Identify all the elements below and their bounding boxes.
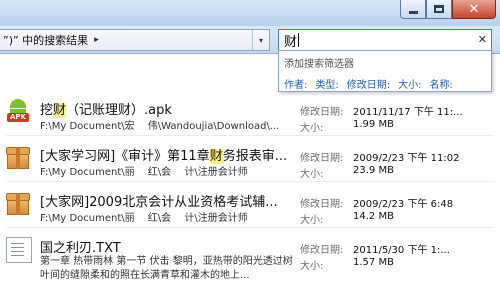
file-name: 挖财（记账理财）.apk xyxy=(40,103,172,118)
file-path: F:\My Document\丽 红\会 计\注册会计师 xyxy=(40,213,248,224)
filter-size[interactable]: 大小: xyxy=(398,76,421,91)
filter-dropdown-title: 添加搜索筛选器 xyxy=(284,59,354,70)
size-value: 23.9 MB xyxy=(353,165,394,176)
modified-label: 修改日期: xyxy=(300,199,344,210)
close-button[interactable]: ✕ xyxy=(452,0,496,19)
file-name: [大家网]2009北京会计从业资格考试辅... xyxy=(40,195,278,210)
size-value: 14.2 MB xyxy=(353,211,394,222)
text-file-icon xyxy=(6,237,32,263)
breadcrumb-arrow-icon[interactable]: ▸ xyxy=(94,35,99,45)
clear-search-icon[interactable]: ✕ xyxy=(478,33,487,46)
size-value: 1.57 MB xyxy=(353,257,394,268)
row-divider xyxy=(6,227,494,228)
modified-value: 2009/2/23 下午 11:02 xyxy=(353,153,460,164)
row-divider xyxy=(6,181,494,182)
filter-type[interactable]: 类型: xyxy=(315,76,338,91)
file-name: [大家学习网]《审计》第11章财务报表审... xyxy=(40,149,288,164)
address-bar[interactable]: ”)” 中的搜索结果 ▸ ▾ xyxy=(0,29,270,51)
file-path: F:\My Document\宏 伟\Wandoujia\Download\..… xyxy=(40,121,280,132)
list-item[interactable]: 国之利刃.TXT 第一章 热带雨林 第一节 伏击 黎明，亚热带的阳光透过树叶间的… xyxy=(0,229,500,281)
window-controls: ✕ xyxy=(400,0,496,20)
modified-label: 修改日期: xyxy=(300,153,344,164)
size-label: 大小: xyxy=(300,169,324,180)
title-bar: ✕ xyxy=(0,0,500,26)
modified-label: 修改日期: xyxy=(300,245,344,256)
filter-list: 作者: 类型: 修改日期: 大小: 名称: xyxy=(284,76,486,91)
android-apk-icon: APK xyxy=(6,99,32,125)
row-divider xyxy=(6,135,494,136)
modified-value: 2009/2/23 下午 6:48 xyxy=(353,199,454,210)
archive-icon xyxy=(6,191,32,217)
size-label: 大小: xyxy=(300,261,324,272)
maximize-icon xyxy=(434,5,444,13)
file-name: 国之利刃.TXT xyxy=(40,241,121,256)
filter-name[interactable]: 名称: xyxy=(430,76,453,91)
modified-value: 2011/11/17 下午 11:... xyxy=(353,107,463,118)
filter-author[interactable]: 作者: xyxy=(284,76,307,91)
breadcrumb[interactable]: ”)” 中的搜索结果 xyxy=(3,32,88,48)
search-filter-dropdown: 添加搜索筛选器 作者: 类型: 修改日期: 大小: 名称: xyxy=(278,50,492,92)
modified-value: 2011/5/30 下午 1:... xyxy=(353,245,450,256)
size-label: 大小: xyxy=(300,123,324,134)
search-input[interactable]: 财 ✕ xyxy=(278,29,492,51)
archive-icon xyxy=(6,145,32,171)
minimize-icon xyxy=(408,10,418,14)
size-value: 1.99 MB xyxy=(353,119,394,130)
filter-date-modified[interactable]: 修改日期: xyxy=(347,76,390,91)
maximize-button[interactable] xyxy=(426,0,452,19)
size-label: 大小: xyxy=(300,215,324,226)
address-dropdown-icon[interactable]: ▾ xyxy=(252,30,269,50)
modified-label: 修改日期: xyxy=(300,107,344,118)
close-icon: ✕ xyxy=(468,1,480,17)
minimize-button[interactable] xyxy=(400,0,426,19)
file-path: F:\My Document\丽 红\会 计\注册会计师 xyxy=(40,167,248,178)
text-caret xyxy=(298,33,300,47)
file-content-preview: 第一章 热带雨林 第一节 伏击 黎明，亚热带的阳光透过树叶间的缝隙柔和的照在长满… xyxy=(40,256,293,281)
search-query[interactable]: 财 xyxy=(284,31,297,50)
